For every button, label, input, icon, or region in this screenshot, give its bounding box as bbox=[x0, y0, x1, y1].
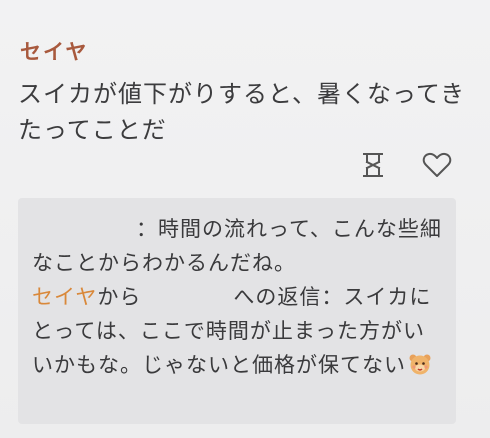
hourglass-icon[interactable] bbox=[358, 150, 388, 180]
heart-icon[interactable] bbox=[422, 150, 452, 180]
post-author[interactable]: セイヤ bbox=[20, 36, 88, 66]
reply-to-label: への返信： bbox=[233, 285, 344, 309]
reply-author[interactable]: セイヤ bbox=[32, 285, 97, 309]
reply-item[interactable]: ：時間の流れって、こんな些細なことからわかるんだね。 bbox=[32, 212, 444, 280]
reply-from-label: から bbox=[97, 285, 142, 309]
bear-emoji-icon bbox=[408, 352, 432, 376]
replies-panel: ：時間の流れって、こんな些細なことからわかるんだね。 セイヤから への返信：スイカ… bbox=[18, 198, 456, 424]
reply-quoted-text: ：時間の流れって、こんな些細なことからわかるんだね。 bbox=[32, 217, 442, 275]
post-card: セイヤ スイカが値下がりすると、暑くなってきたってことだ ：時間の流れって、こん… bbox=[0, 0, 490, 438]
replies-text: ：時間の流れって、こんな些細なことからわかるんだね。 セイヤから への返信：スイカ… bbox=[32, 212, 444, 382]
post-actions bbox=[358, 150, 458, 180]
post-message: スイカが値下がりすると、暑くなってきたってことだ bbox=[18, 80, 466, 144]
reply-item[interactable]: セイヤから への返信：スイカにとっては、ここで時間が止まった方がいいかもな。じゃな… bbox=[32, 280, 444, 382]
